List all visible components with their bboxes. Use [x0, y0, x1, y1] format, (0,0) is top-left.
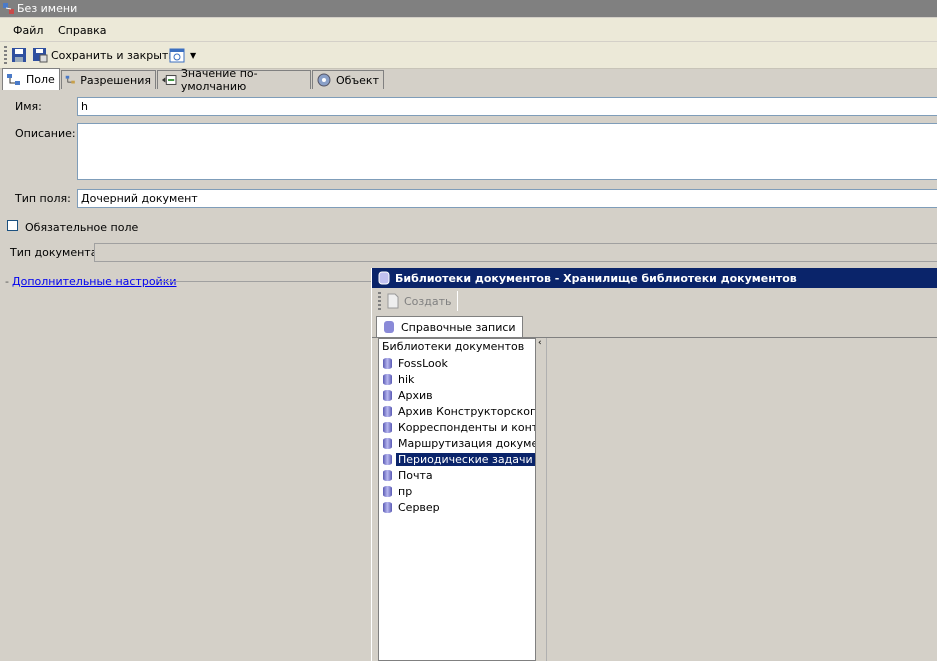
- field-type-label: Тип поля:: [15, 192, 71, 205]
- menu-file[interactable]: Файл: [13, 24, 43, 37]
- doc-type-input[interactable]: [94, 243, 937, 262]
- save-close-button[interactable]: Сохранить и закрыть: [32, 46, 175, 64]
- tree-item-label: FossLook: [398, 357, 448, 370]
- library-titlebar: Библиотеки документов - Хранилище библио…: [372, 268, 937, 288]
- tab-permissions-label: Разрешения: [80, 73, 151, 87]
- archive-icon: [382, 389, 393, 402]
- tree-item-fosslook[interactable]: FossLook: [382, 356, 450, 371]
- field-icon: [7, 73, 20, 85]
- library-title: Библиотеки документов - Хранилище библио…: [395, 271, 797, 285]
- tab-object[interactable]: Объект: [312, 70, 384, 89]
- tab-reference-records[interactable]: Справочные записи: [376, 316, 523, 337]
- tree-item-label: Периодические задачи: [395, 452, 535, 467]
- options-dropdown[interactable]: ▼: [169, 46, 196, 64]
- doc-type-label: Тип документа:: [10, 246, 102, 259]
- library-toolbar: Создать: [372, 289, 937, 313]
- permissions-icon: [65, 75, 75, 84]
- create-label: Создать: [404, 294, 452, 308]
- default-value-icon: [161, 75, 177, 85]
- library-window: Библиотеки документов - Хранилище библио…: [371, 268, 937, 661]
- new-document-icon: [387, 293, 399, 309]
- records-icon: [384, 321, 394, 333]
- save-button[interactable]: [11, 46, 27, 64]
- database-icon: [382, 357, 393, 370]
- tree-item-label: Сервер: [398, 501, 440, 514]
- floppy-icon: [12, 48, 26, 62]
- menu-bar: Файл Справка: [0, 18, 937, 41]
- save-close-icon: [33, 48, 48, 63]
- field-type-select[interactable]: Дочерний документ: [77, 189, 937, 208]
- tab-default-value[interactable]: Значение по-умолчанию: [157, 67, 311, 93]
- tab-field[interactable]: Поле: [2, 68, 60, 90]
- tree-item-periodic-tasks[interactable]: Периодические задачи: [382, 452, 535, 467]
- tree-item-label: Почта: [398, 469, 433, 482]
- database-icon: [382, 485, 393, 498]
- name-input[interactable]: h: [77, 97, 937, 116]
- database-icon: [382, 501, 393, 514]
- tree-header: Библиотеки документов: [382, 340, 525, 353]
- library-tree[interactable]: Библиотеки документов FossLook hik Архив…: [378, 338, 536, 661]
- tree-item-label: Архив: [398, 389, 433, 402]
- library-tab-strip: Справочные записи: [372, 313, 937, 338]
- advanced-separator: [158, 281, 371, 282]
- description-label: Описание:: [15, 127, 76, 140]
- tree-item-label: hik: [398, 373, 415, 386]
- tab-default-value-label: Значение по-умолчанию: [180, 67, 258, 93]
- collapse-left-icon[interactable]: ‹: [538, 338, 542, 348]
- mail-icon: [382, 469, 393, 482]
- advanced-settings-link[interactable]: Дополнительные настройки: [12, 275, 177, 288]
- tree-item-hik[interactable]: hik: [382, 372, 416, 387]
- tab-reference-records-label: Справочные записи: [401, 320, 516, 334]
- tree-item-label: Архив Конструкторского б: [398, 405, 536, 418]
- tab-permissions[interactable]: Разрешения: [61, 70, 156, 89]
- tree-item-correspondents[interactable]: Корреспонденты и контак: [382, 420, 535, 435]
- library-content-pane: [546, 338, 937, 661]
- tree-item-routing[interactable]: Маршрутизация документ: [382, 436, 535, 451]
- required-checkbox[interactable]: [7, 220, 18, 231]
- database-icon: [382, 373, 393, 386]
- tree-item-design-archive[interactable]: Архив Конструкторского б: [382, 404, 536, 419]
- tab-field-label: Поле: [26, 73, 55, 86]
- tree-item-archive[interactable]: Архив: [382, 388, 435, 403]
- app-icon: [3, 3, 14, 14]
- routing-icon: [382, 437, 393, 450]
- tree-item-label: Маршрутизация документ: [398, 437, 535, 450]
- tree-item-mail[interactable]: Почта: [382, 468, 435, 483]
- save-close-label: Сохранить и закрыть: [51, 48, 175, 62]
- tree-item-label: пр: [398, 485, 413, 498]
- toolbar: Сохранить и закрыть ▼: [0, 42, 937, 69]
- tree-item-pr[interactable]: пр: [382, 484, 414, 499]
- window-titlebar: Без имени: [0, 0, 937, 17]
- description-input[interactable]: [77, 123, 937, 180]
- name-label: Имя:: [15, 100, 42, 113]
- calendar-icon: [169, 48, 185, 63]
- chevron-down-icon: ▼: [190, 50, 197, 60]
- clock-icon: [382, 453, 393, 466]
- create-button[interactable]: Создать: [386, 291, 458, 311]
- library-icon: [378, 271, 390, 285]
- tab-strip: Поле Разрешения Значение по-умолчанию Об…: [0, 67, 937, 93]
- gear-icon: [317, 73, 331, 87]
- library-toolbar-grip[interactable]: [378, 292, 381, 310]
- tree-item-label: Корреспонденты и контак: [398, 421, 535, 434]
- tab-object-label: Объект: [335, 73, 379, 87]
- splitter[interactable]: ‹: [536, 338, 546, 661]
- contacts-icon: [382, 421, 393, 434]
- required-label: Обязательное поле: [25, 221, 139, 234]
- menu-help[interactable]: Справка: [58, 24, 106, 37]
- database-icon: [382, 405, 393, 418]
- toolbar-grip[interactable]: [4, 46, 7, 64]
- advanced-collapse-icon[interactable]: -: [5, 275, 9, 288]
- tree-item-server[interactable]: Сервер: [382, 500, 442, 515]
- window-title: Без имени: [17, 2, 78, 15]
